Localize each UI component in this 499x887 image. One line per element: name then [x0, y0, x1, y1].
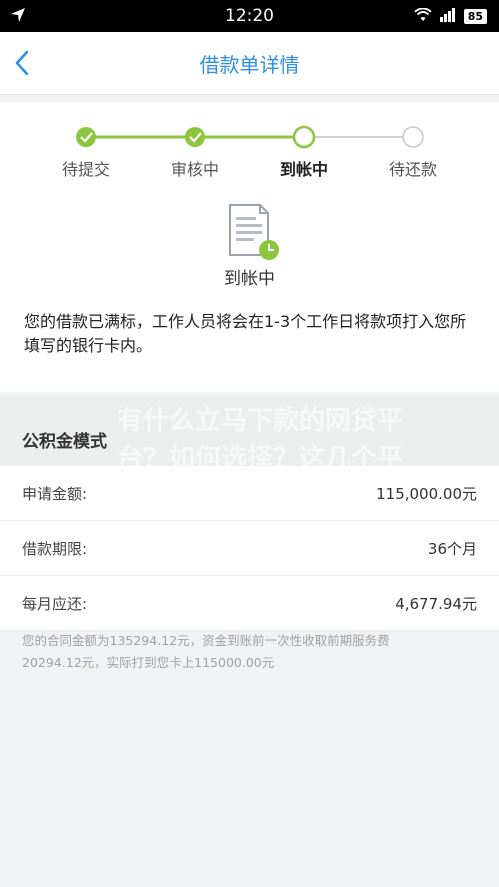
detail-row-term: 借款期限: 36个月 [0, 521, 499, 576]
fee-footnote: 您的合同金额为135294.12元，资金到账前一次性收取前期服务费 20294.… [22, 630, 482, 674]
section-title: 公积金模式 [22, 432, 107, 452]
signal-icon [439, 7, 456, 26]
step-label-submit: 待提交 [61, 160, 110, 179]
step-label-review: 审核中 [170, 160, 219, 179]
detail-label: 申请金额: [22, 485, 88, 503]
nav-bar: 借款单详情 [0, 32, 499, 95]
detail-value: 115,000.00元 [376, 485, 477, 503]
progress-card: 待提交 审核中 到帐中 待还款 到帐中 您的借款已满标，工作人员将会在1-3个工… [0, 102, 499, 392]
page-title: 借款单详情 [199, 53, 300, 77]
detail-value: 36个月 [427, 540, 477, 558]
step-pending-icon [402, 126, 424, 148]
footnote-line: 20294.12元，实际打到您卡上115000.00元 [22, 655, 275, 670]
step-done-icon [76, 127, 96, 147]
document-clock-icon [226, 203, 284, 265]
detail-label: 借款期限: [22, 540, 88, 558]
status-description: 您的借款已满标，工作人员将会在1-3个工作日将款项打入您所填写的银行卡内。 [24, 312, 467, 355]
footnote-line: 您的合同金额为135294.12元，资金到账前一次性收取前期服务费 [22, 633, 390, 648]
wifi-icon [414, 7, 432, 26]
status-bar: 12:20 85 [0, 0, 499, 32]
step-current-icon [292, 125, 316, 149]
progress-stepper: 待提交 审核中 到帐中 待还款 [0, 122, 499, 182]
step-label-repay: 待还款 [388, 160, 437, 179]
step-done-icon [185, 127, 205, 147]
status-title: 到帐中 [224, 269, 275, 289]
detail-row-monthly: 每月应还: 4,677.94元 [0, 576, 499, 631]
detail-value: 4,677.94元 [395, 595, 477, 613]
step-label-transfer: 到帐中 [279, 160, 328, 179]
detail-label: 每月应还: [22, 595, 88, 613]
battery-icon: 85 [463, 9, 487, 24]
loan-details-list: 申请金额: 115,000.00元 借款期限: 36个月 每月应还: 4,677… [0, 466, 499, 631]
detail-row-amount: 申请金额: 115,000.00元 [0, 466, 499, 521]
